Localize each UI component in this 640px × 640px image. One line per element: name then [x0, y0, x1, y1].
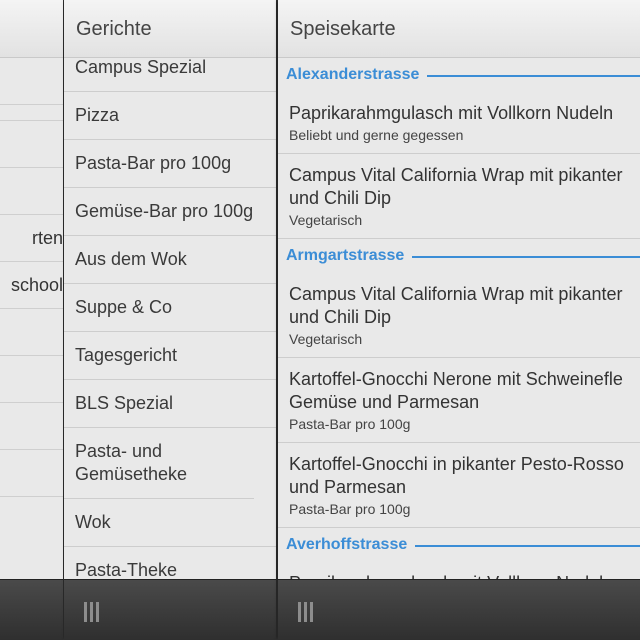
navigation-item[interactable]: [0, 74, 63, 121]
menu-icon[interactable]: [84, 602, 100, 622]
gericht-item[interactable]: Pasta- und Gemüsetheke: [64, 428, 254, 499]
gericht-label: Pasta- und Gemüsetheke: [75, 441, 188, 484]
navigation-item[interactable]: [0, 121, 63, 168]
navigation-item[interactable]: [0, 168, 63, 215]
section-header: Armgartstrasse: [278, 239, 640, 273]
speisekarte-title: Speisekarte: [290, 18, 396, 40]
navigation-pane: rten school: [0, 0, 63, 640]
dish-name: Paprikarahmgulasch mit Vollkorn Nudeln: [289, 103, 614, 123]
section-title: Alexanderstrasse: [286, 66, 428, 84]
section-title: Armgartstrasse: [286, 247, 413, 265]
navigation-pane-footer: [0, 579, 63, 640]
section-header: Averhoffstrasse: [278, 528, 640, 562]
gericht-label: Wok: [75, 512, 111, 532]
gericht-item[interactable]: BLS Spezial: [64, 380, 276, 428]
gericht-label: Campus Spezial: [75, 58, 207, 77]
gericht-label: Gemüse-Bar pro 100g: [75, 201, 254, 221]
dish-item[interactable]: Kartoffel-Gnocchi Nerone mit Schweinefle…: [278, 358, 640, 443]
gericht-label: Suppe & Co: [75, 297, 173, 317]
gericht-label: Pasta-Bar pro 100g: [75, 153, 232, 173]
gericht-label: Tagesgericht: [75, 345, 178, 365]
navigation-item[interactable]: [0, 309, 63, 356]
gericht-label: BLS Spezial: [75, 393, 174, 413]
speisekarte-footer: [278, 579, 640, 640]
navigation-pane-header: [0, 0, 63, 58]
dish-category: Pasta-Bar pro 100g: [289, 416, 411, 432]
navigation-item-label: rten: [31, 228, 63, 248]
dish-item[interactable]: Campus Vital California Wrap mit pikante…: [278, 273, 640, 358]
gerichte-pane: Gerichte Campus Spezial Pizza Pasta-Bar pr…: [64, 0, 276, 640]
gericht-label: Pasta-Theke: [75, 560, 178, 580]
section-title: Averhoffstrasse: [286, 536, 416, 554]
gerichte-header: Gerichte: [64, 0, 276, 58]
gericht-label: Pizza: [75, 105, 120, 125]
dish-category: Pasta-Bar pro 100g: [289, 501, 411, 517]
dish-name: Kartoffel-Gnocchi in pikanter Pesto-Ross…: [289, 454, 624, 497]
dish-category: Vegetarisch: [289, 212, 363, 228]
gerichte-list[interactable]: Campus Spezial Pizza Pasta-Bar pro 100g Gem…: [64, 58, 276, 580]
dish-item[interactable]: Paprikarahmgulasch mit Vollkorn Nudeln: [278, 562, 640, 580]
navigation-item-label: school: [10, 275, 63, 295]
dish-item[interactable]: Paprikarahmgulasch mit Vollkorn Nudeln Be…: [278, 92, 640, 154]
section-header: Alexanderstrasse: [278, 58, 640, 92]
gerichte-title: Gerichte: [76, 18, 152, 40]
navigation-item[interactable]: school: [0, 262, 63, 309]
gericht-item[interactable]: Pasta-Bar pro 100g: [64, 140, 276, 188]
gericht-item[interactable]: Campus Spezial: [64, 58, 276, 92]
gericht-item[interactable]: Tagesgericht: [64, 332, 276, 380]
dish-name: Kartoffel-Gnocchi Nerone mit Schweinefle…: [289, 369, 623, 412]
dish-category: Vegetarisch: [289, 331, 363, 347]
dish-category: Beliebt und gerne gegessen: [289, 127, 464, 143]
gericht-item[interactable]: Gemüse-Bar pro 100g: [64, 188, 276, 236]
gericht-item[interactable]: Aus dem Wok: [64, 236, 276, 284]
speisekarte-list[interactable]: Alexanderstrasse Paprikarahmgulasch mit V…: [278, 58, 640, 580]
speisekarte-pane: Speisekarte Alexanderstrasse Paprikarahmg…: [278, 0, 640, 640]
dish-name: Campus Vital California Wrap mit pikante…: [289, 284, 623, 327]
gericht-item[interactable]: Pasta-Theke: [64, 547, 276, 580]
gericht-item[interactable]: Pizza: [64, 92, 276, 140]
navigation-item[interactable]: [0, 403, 63, 450]
navigation-item[interactable]: [0, 356, 63, 403]
dish-item[interactable]: Campus Vital California Wrap mit pikante…: [278, 154, 640, 239]
gerichte-footer: [64, 579, 276, 640]
navigation-item[interactable]: rten: [0, 215, 63, 262]
navigation-item[interactable]: [0, 450, 63, 497]
speisekarte-header: Speisekarte: [278, 0, 640, 58]
dish-name: Campus Vital California Wrap mit pikante…: [289, 165, 623, 208]
gericht-item[interactable]: Wok: [64, 499, 276, 547]
menu-icon[interactable]: [298, 602, 314, 622]
gericht-label: Aus dem Wok: [75, 249, 187, 269]
dish-item[interactable]: Kartoffel-Gnocchi in pikanter Pesto-Ross…: [278, 443, 640, 528]
gericht-item[interactable]: Suppe & Co: [64, 284, 276, 332]
